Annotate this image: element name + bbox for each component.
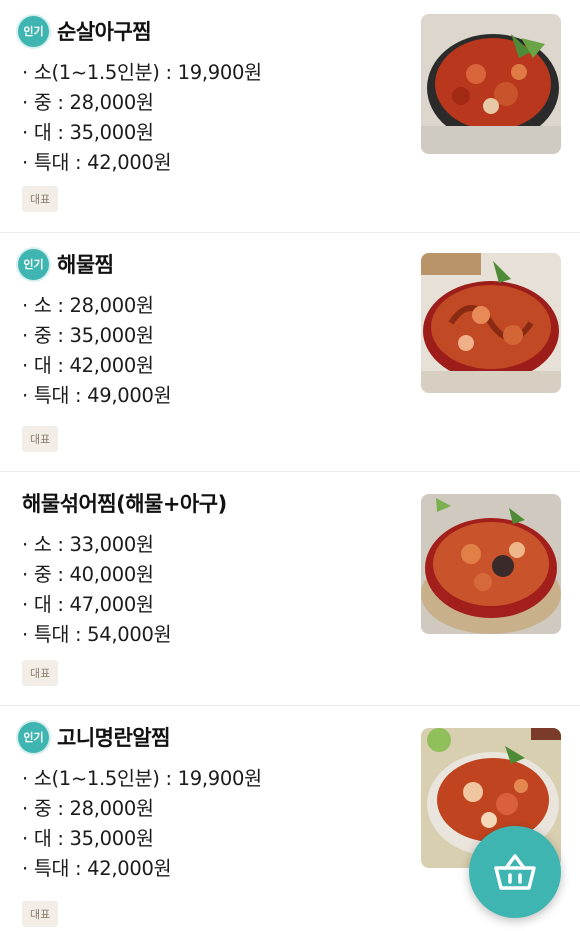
price-option: 특대 : 49,000원 [22, 381, 172, 411]
menu-photo[interactable] [421, 253, 561, 393]
price-option: 소 : 28,000원 [22, 291, 171, 321]
menu-list: 인기 순살아구찜 소(1~1.5인분) : 19,900원 중 : 28,000… [0, 0, 580, 931]
price-option: 소 : 33,000원 [22, 530, 171, 560]
mixed-seafood-monkfish-stew-photo [421, 494, 561, 634]
menu-photo[interactable] [421, 14, 561, 154]
signature-tag: 대표 [22, 660, 59, 686]
menu-name: 고니명란알찜 [57, 726, 170, 750]
price-option: 대 : 35,000원 [22, 118, 262, 148]
price-option: 중 : 35,000원 [22, 321, 171, 351]
spicy-seafood-stew-photo [421, 253, 561, 393]
menu-item-haemul-seokkeojjim[interactable]: 해물섞어찜(해물+아구) 소 : 33,000원 중 : 40,000원 대 :… [0, 472, 580, 706]
price-option: 특대 : 42,000원 [22, 148, 262, 178]
menu-photo[interactable] [421, 494, 561, 634]
signature-tag: 대표 [22, 186, 59, 212]
menu-name: 해물찜 [57, 253, 114, 277]
menu-name: 해물섞어찜(해물+아구) [22, 492, 227, 516]
price-options: 소 : 28,000원 중 : 35,000원 대 : 42,000원 특대 :… [22, 291, 172, 411]
popular-badge: 인기 [18, 721, 49, 753]
price-options: 소(1~1.5인분) : 19,900원 중 : 28,000원 대 : 35,… [22, 764, 262, 884]
cart-button[interactable] [469, 826, 561, 918]
menu-name: 순살아구찜 [57, 20, 152, 44]
price-option: 대 : 35,000원 [22, 824, 262, 854]
menu-title-row: 인기 순살아구찜 [18, 14, 152, 48]
price-option: 중 : 28,000원 [22, 794, 262, 824]
price-option: 대 : 42,000원 [22, 351, 171, 381]
price-option: 대 : 47,000원 [22, 590, 171, 620]
popular-badge: 인기 [18, 248, 49, 280]
menu-title-row: 인기 해물찜 [18, 247, 114, 281]
price-option: 소(1~1.5인분) : 19,900원 [22, 764, 262, 794]
price-option: 특대 : 42,000원 [22, 854, 262, 884]
menu-title-row: 인기 고니명란알찜 [18, 720, 170, 754]
shopping-basket-icon [494, 854, 536, 890]
signature-tag: 대표 [22, 426, 59, 452]
price-option: 중 : 28,000원 [22, 88, 262, 118]
price-options: 소(1~1.5인분) : 19,900원 중 : 28,000원 대 : 35,… [22, 58, 262, 178]
price-option: 중 : 40,000원 [22, 560, 171, 590]
menu-item-soonsal-agujjim[interactable]: 인기 순살아구찜 소(1~1.5인분) : 19,900원 중 : 28,000… [0, 0, 580, 233]
popular-badge: 인기 [18, 15, 49, 47]
menu-title-row: 해물섞어찜(해물+아구) [22, 486, 227, 520]
menu-item-haemuljjim[interactable]: 인기 해물찜 소 : 28,000원 중 : 35,000원 대 : 42,00… [0, 233, 580, 472]
price-option: 소(1~1.5인분) : 19,900원 [22, 58, 262, 88]
price-options: 소 : 33,000원 중 : 40,000원 대 : 47,000원 특대 :… [22, 530, 172, 650]
price-option: 특대 : 54,000원 [22, 620, 172, 650]
spicy-monkfish-stew-photo [421, 14, 561, 154]
signature-tag: 대표 [22, 901, 59, 927]
